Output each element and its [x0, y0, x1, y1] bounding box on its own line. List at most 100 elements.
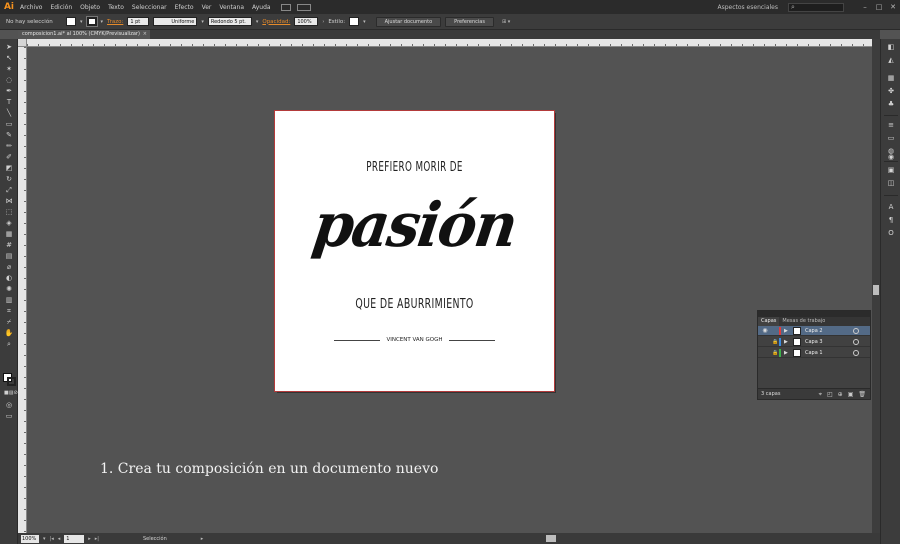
slice-tool-icon[interactable]: ⌿: [4, 318, 14, 327]
graphic-styles-panel-icon[interactable]: ▣: [886, 166, 896, 175]
brush-dropdown-icon[interactable]: ▾: [256, 19, 259, 25]
expand-triangle-icon[interactable]: ▶: [784, 337, 788, 347]
preferences-button[interactable]: Preferencias: [445, 16, 494, 27]
opentype-panel-icon[interactable]: O: [886, 229, 896, 238]
layer-row[interactable]: ◉ ▶ Capa 2: [758, 326, 870, 336]
layers-panel-icon[interactable]: ◫: [886, 179, 896, 188]
perspective-grid-tool-icon[interactable]: ▦: [4, 230, 14, 239]
rectangle-tool-icon[interactable]: ▭: [4, 120, 14, 129]
style-dropdown-icon[interactable]: ▾: [363, 19, 366, 25]
layer-row[interactable]: 🔒 ▶ Capa 3: [758, 337, 870, 347]
layer-name[interactable]: Capa 3: [805, 337, 823, 347]
zoom-tool-icon[interactable]: ⌕: [4, 340, 14, 349]
vertical-ruler[interactable]: [18, 47, 27, 533]
horizontal-ruler[interactable]: [27, 39, 872, 47]
visibility-eye-icon[interactable]: ◉: [761, 326, 769, 336]
last-artboard-icon[interactable]: ▸|: [95, 536, 99, 542]
gradient-tool-icon[interactable]: ▤: [4, 252, 14, 261]
menu-archivo[interactable]: Archivo: [16, 4, 46, 11]
selection-tool-icon[interactable]: ➤: [4, 43, 14, 52]
layer-target-icon[interactable]: [853, 350, 859, 356]
fill-dropdown-icon[interactable]: ▾: [80, 19, 83, 25]
character-panel-icon[interactable]: A: [886, 203, 896, 212]
gradient-panel-icon[interactable]: ▭: [886, 134, 896, 143]
tab-mesas-de-trabajo[interactable]: Mesas de trabajo: [779, 317, 828, 326]
style-swatch[interactable]: [349, 17, 360, 26]
free-transform-tool-icon[interactable]: ⬚: [4, 208, 14, 217]
brush-field[interactable]: Redondo 5 pt.: [207, 17, 252, 26]
delete-layer-icon[interactable]: 🗑: [858, 389, 866, 400]
expand-triangle-icon[interactable]: ▶: [784, 348, 788, 358]
next-artboard-icon[interactable]: ▸: [88, 536, 91, 542]
opacity-arrow-icon[interactable]: ›: [322, 19, 324, 25]
layer-name[interactable]: Capa 2: [805, 326, 823, 336]
width-tool-icon[interactable]: ⋈: [4, 197, 14, 206]
layer-target-icon[interactable]: [853, 328, 859, 334]
stroke-swatch[interactable]: [85, 16, 98, 27]
menu-edicion[interactable]: Edición: [46, 4, 76, 11]
vertical-scrollbar[interactable]: [872, 39, 880, 533]
drawing-mode-icon[interactable]: ◎: [4, 401, 14, 410]
type-tool-icon[interactable]: T: [4, 98, 14, 107]
arrange-icon[interactable]: ⊞ ▾: [502, 19, 510, 25]
direct-selection-tool-icon[interactable]: ↖: [4, 54, 14, 63]
new-sublayer-icon[interactable]: ⊕: [838, 389, 843, 400]
column-graph-tool-icon[interactable]: ▥: [4, 296, 14, 305]
horizontal-scroll-thumb[interactable]: [546, 535, 556, 542]
opacity-field[interactable]: 100%: [294, 17, 319, 26]
ruler-origin[interactable]: [18, 39, 27, 47]
pen-tool-icon[interactable]: ✒: [4, 87, 14, 96]
screen-mode-icon[interactable]: ▭: [4, 412, 14, 421]
rotate-tool-icon[interactable]: ↻: [4, 175, 14, 184]
first-artboard-icon[interactable]: |◂: [50, 536, 54, 542]
zoom-field[interactable]: 100%: [21, 534, 39, 543]
stroke-dropdown-icon[interactable]: ▾: [101, 19, 104, 25]
close-window-button[interactable]: ✕: [886, 3, 900, 11]
layer-target-icon[interactable]: [853, 339, 859, 345]
blob-brush-tool-icon[interactable]: ✐: [4, 153, 14, 162]
hand-tool-icon[interactable]: ✋: [4, 329, 14, 338]
menu-ventana[interactable]: Ventana: [215, 4, 248, 11]
artboard-number-field[interactable]: 1: [64, 534, 85, 543]
artboard[interactable]: PREFIERO MORIR DE pasión QUE DE ABURRIMI…: [274, 110, 555, 392]
eyedropper-tool-icon[interactable]: ⌀: [4, 263, 14, 272]
line-tool-icon[interactable]: ╲: [4, 109, 14, 118]
menu-seleccionar[interactable]: Seleccionar: [128, 4, 171, 11]
fill-swatch[interactable]: [66, 17, 76, 26]
swatches-panel-icon[interactable]: ▦: [886, 74, 896, 83]
mesh-tool-icon[interactable]: #: [4, 241, 14, 250]
symbol-sprayer-tool-icon[interactable]: ✺: [4, 285, 14, 294]
color-panel-icon[interactable]: ◧: [886, 43, 896, 52]
stroke-weight-field[interactable]: 1 pt: [127, 17, 150, 26]
tab-capas[interactable]: Capas: [758, 317, 780, 326]
brushes-panel-icon[interactable]: ✤: [886, 87, 896, 96]
expand-triangle-icon[interactable]: ▶: [784, 326, 788, 336]
status-menu-icon[interactable]: ▸: [201, 536, 204, 542]
close-tab-icon[interactable]: ×: [143, 30, 147, 39]
eraser-tool-icon[interactable]: ◩: [4, 164, 14, 173]
scale-tool-icon[interactable]: ⤢: [4, 186, 14, 195]
stroke-label[interactable]: Trazo:: [107, 19, 123, 25]
bridge-icon[interactable]: [280, 3, 291, 11]
shape-builder-tool-icon[interactable]: ◈: [4, 219, 14, 228]
arrange-documents-icon[interactable]: [296, 3, 311, 11]
symbols-panel-icon[interactable]: ♣: [886, 100, 896, 109]
paragraph-panel-icon[interactable]: ¶: [886, 216, 896, 225]
blend-tool-icon[interactable]: ◐: [4, 274, 14, 283]
color-guide-icon[interactable]: ◭: [886, 56, 896, 65]
maximize-button[interactable]: □: [872, 3, 886, 11]
artboard-tool-icon[interactable]: ⌗: [4, 307, 14, 316]
workspace-switcher[interactable]: Aspectos esenciales: [717, 4, 778, 11]
stroke-profile-dropdown-icon[interactable]: ▾: [201, 19, 204, 25]
lock-icon[interactable]: 🔒: [772, 337, 778, 347]
stroke-profile-field[interactable]: Uniforme: [153, 17, 198, 26]
document-setup-button[interactable]: Ajustar documento: [375, 16, 442, 27]
opacity-label[interactable]: Opacidad:: [262, 19, 290, 25]
vertical-scroll-thumb[interactable]: [873, 285, 879, 295]
clipping-mask-icon[interactable]: ◰: [827, 389, 833, 400]
color-mode-icons[interactable]: ■▨⊘: [4, 389, 18, 398]
appearance-panel-icon[interactable]: ◉: [886, 153, 896, 162]
menu-ver[interactable]: Ver: [198, 4, 216, 11]
lasso-tool-icon[interactable]: ◌: [4, 76, 14, 85]
minimize-button[interactable]: –: [858, 3, 872, 11]
